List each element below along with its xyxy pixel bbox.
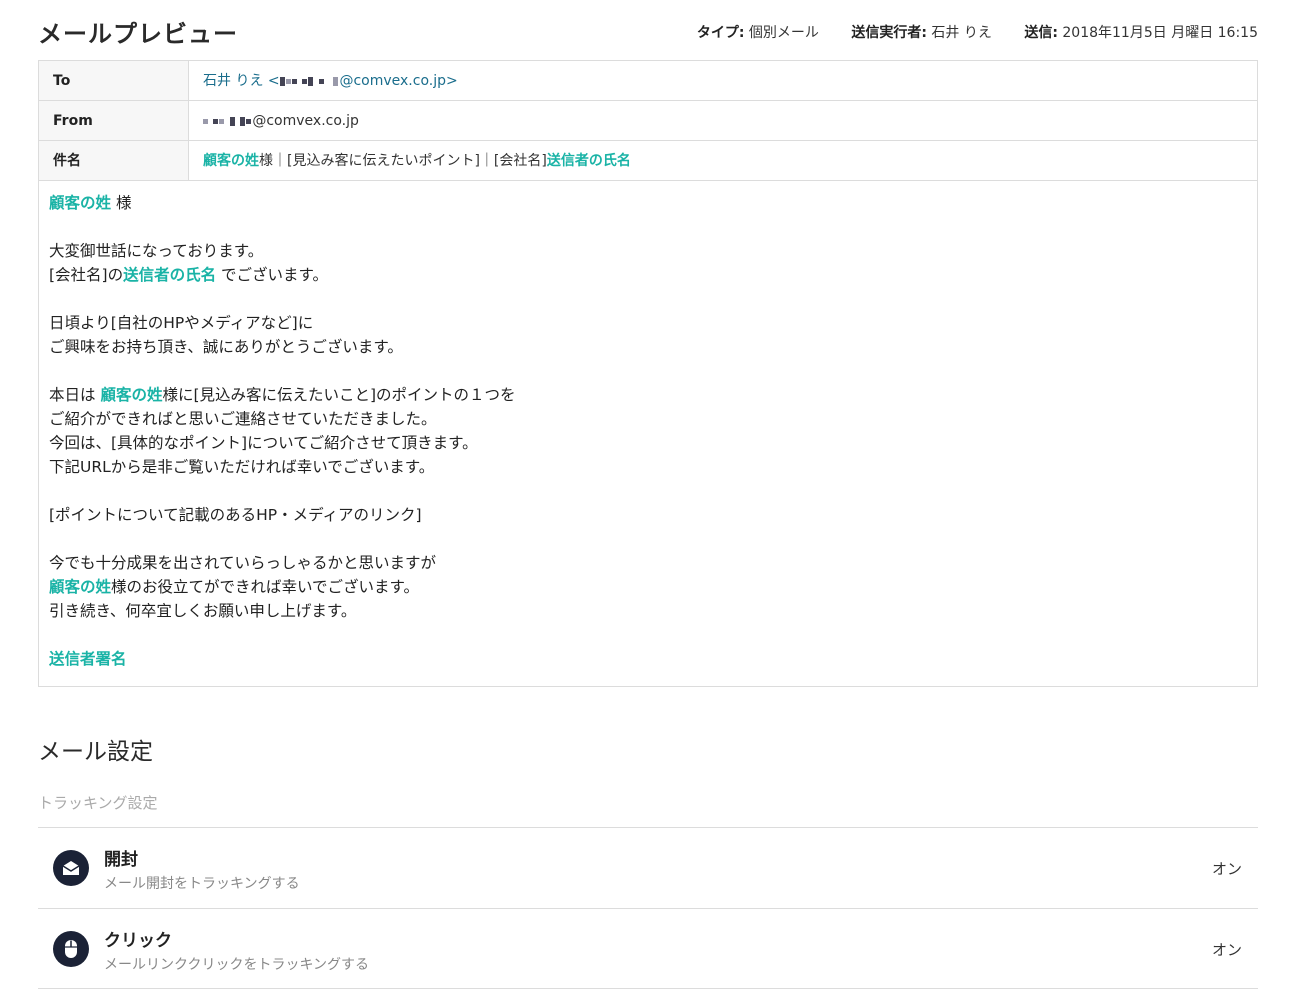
body-line: 引き続き、何卒宜しくお願い申し上げます。 [49,602,357,620]
from-label: From [39,101,189,140]
body-line: 顧客の姓 様 [49,191,1247,215]
subject-label: 件名 [39,141,189,180]
mail-preview: To 石井 りえ < @comvex.co.jp> From @comvex.c… [38,60,1258,687]
mail-sender-value: 石井 りえ [931,25,992,41]
body-line: [会社名]の送信者の氏名 でございます。 [49,263,1247,287]
body-line: 送信者署名 [49,647,1247,671]
body-text: 様のお役立てができれば幸いでございます。 [111,578,420,596]
setting-description: メール開封をトラッキングする [104,876,300,892]
var-customer-name: 顧客の姓 [49,578,112,596]
open-tracking-status[interactable]: オン [1212,858,1242,879]
mail-type-value: 個別メール [748,25,819,41]
var-customer-name: 顧客の姓 [49,194,112,212]
body-line: 下記URLから是非ご覧いただければ幸いでございます。 [49,458,435,476]
envelope-open-icon [53,850,89,886]
to-label: To [39,61,189,100]
body-line: 日頃より[自社のHPやメディアなど]に [49,314,314,332]
setting-name: クリック [104,931,172,951]
subject-text: 様｜[見込み客に伝えたいポイント]｜[会社名] [259,153,547,169]
body-text: 様に[見込み客に伝えたいこと]のポイントの１つを [162,386,516,404]
var-sender-name: 送信者の氏名 [123,266,217,284]
click-tracking-setting[interactable]: クリック メールリンククリックをトラッキングする オン [38,908,1258,989]
body-text: 様 [111,194,132,212]
subject-var-sender: 送信者の氏名 [546,153,631,169]
mail-sender: 送信実行者: 石井 りえ [851,25,992,41]
setting-name: 開封 [104,850,138,870]
body-line: 大変御世話になっております。 [49,242,264,260]
mail-sent-value: 2018年11月5日 月曜日 16:15 [1062,25,1258,41]
mail-settings-title: メール設定 [38,739,153,765]
mail-sent-date: 送信: 2018年11月5日 月曜日 16:15 [1024,25,1258,41]
mail-meta: タイプ: 個別メール 送信実行者: 石井 りえ 送信: 2018年11月5日 月… [669,22,1258,42]
from-domain: @comvex.co.jp [252,113,359,129]
preview-header: メールプレビュー タイプ: 個別メール 送信実行者: 石井 りえ 送信: 201… [38,14,1258,50]
mail-type: タイプ: 個別メール [697,25,819,41]
body-text: でございます。 [216,266,329,284]
var-customer-name: 顧客の姓 [100,386,163,404]
to-name: 石井 りえ < [203,73,280,89]
body-line: 今でも十分成果を出されていらっしゃるかと思いますが [49,554,437,572]
from-row: From @comvex.co.jp [39,101,1257,141]
redacted-email-user [279,73,340,89]
body-text: [会社名]の [49,266,124,284]
mail-sent-label: 送信: [1024,25,1058,41]
mail-sender-label: 送信実行者: [851,25,927,41]
redacted-email-user [203,113,252,129]
subject-value: 顧客の姓様｜[見込み客に伝えたいポイント]｜[会社名]送信者の氏名 [189,141,1257,180]
click-tracking-status[interactable]: オン [1212,939,1242,960]
to-row: To 石井 りえ < @comvex.co.jp> [39,61,1257,101]
body-line: ご興味をお持ち頂き、誠にありがとうございます。 [49,338,403,356]
body-line: 本日は 顧客の姓様に[見込み客に伝えたいこと]のポイントの１つを [49,383,1247,407]
page-title: メールプレビュー [38,20,238,48]
body-text: 本日は [49,386,101,404]
open-tracking-setting[interactable]: 開封 メール開封をトラッキングする オン [38,827,1258,908]
body-line: [ポイントについて記載のあるHP・メディアのリンク] [49,506,422,524]
body-line: 顧客の姓様のお役立てができれば幸いでございます。 [49,575,1247,599]
to-domain: @comvex.co.jp> [339,73,458,89]
body-line: ご紹介ができればと思いご連絡させていただきました。 [49,410,437,428]
from-value: @comvex.co.jp [189,101,1257,140]
mouse-icon [53,931,89,967]
subject-row: 件名 顧客の姓様｜[見込み客に伝えたいポイント]｜[会社名]送信者の氏名 [39,141,1257,181]
setting-description: メールリンククリックをトラッキングする [104,957,370,973]
to-value: 石井 りえ < @comvex.co.jp> [189,61,1257,100]
mail-body: 顧客の姓 様 大変御世話になっております。 [会社名]の送信者の氏名 でございま… [39,181,1257,671]
tracking-settings-label: トラッキング設定 [38,794,158,812]
mail-type-label: タイプ: [696,25,745,41]
body-line: 今回は、[具体的なポイント]についてご紹介させて頂きます。 [49,434,478,452]
subject-var-customer: 顧客の姓 [203,153,259,169]
var-signature: 送信者署名 [49,650,127,668]
